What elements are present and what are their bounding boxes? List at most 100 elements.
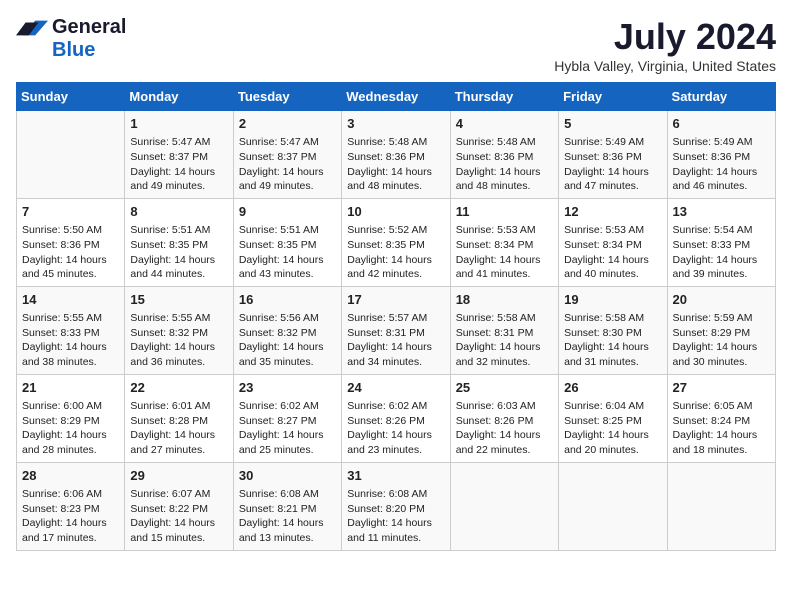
- cell-content: Sunrise: 5:48 AM Sunset: 8:36 PM Dayligh…: [456, 135, 553, 194]
- logo: General Blue: [16, 16, 126, 62]
- day-number: 5: [564, 115, 661, 133]
- calendar-cell: 7Sunrise: 5:50 AM Sunset: 8:36 PM Daylig…: [17, 198, 125, 286]
- cell-content: Sunrise: 5:53 AM Sunset: 8:34 PM Dayligh…: [564, 223, 661, 282]
- calendar-cell: 24 Sunrise: 6:02 AM Sunset: 8:26 PM Dayli…: [342, 374, 450, 462]
- cell-content: Sunrise: 5:49 AM Sunset: 8:36 PM Dayligh…: [564, 135, 661, 194]
- cell-content: Sunrise: 6:08 AM Sunset: 8:21 PM Dayligh…: [239, 487, 336, 546]
- cell-content: Sunrise: 5:58 AM Sunset: 8:31 PM Dayligh…: [456, 311, 553, 370]
- cell-content: Sunrise: 6:07 AM Sunset: 8:22 PM Dayligh…: [130, 487, 227, 546]
- day-number: 22: [130, 379, 227, 397]
- day-number: 31: [347, 467, 444, 485]
- cell-content: Sunrise: 6:04 AM Sunset: 8:25 PM Dayligh…: [564, 399, 661, 458]
- day-number: 20: [673, 291, 770, 309]
- day-number: 29: [130, 467, 227, 485]
- calendar-cell: 13 Sunrise: 5:54 AM Sunset: 8:33 PM Dayli…: [667, 198, 775, 286]
- cell-content: Sunrise: 6:02 AM Sunset: 8:27 PM Dayligh…: [239, 399, 336, 458]
- day-number: 6: [673, 115, 770, 133]
- day-number: 15: [130, 291, 227, 309]
- cell-content: Sunrise: 5:55 AM Sunset: 8:32 PM Dayligh…: [130, 311, 227, 370]
- calendar-cell: 27 Sunrise: 6:05 AM Sunset: 8:24 PM Dayli…: [667, 374, 775, 462]
- cell-content: Sunrise: 6:03 AM Sunset: 8:26 PM Dayligh…: [456, 399, 553, 458]
- day-number: 25: [456, 379, 553, 397]
- calendar-cell: 18 Sunrise: 5:58 AM Sunset: 8:31 PM Dayli…: [450, 286, 558, 374]
- calendar-cell: [450, 462, 558, 550]
- day-number: 3: [347, 115, 444, 133]
- day-number: 17: [347, 291, 444, 309]
- cell-content: Sunrise: 5:55 AM Sunset: 8:33 PM Dayligh…: [22, 311, 119, 370]
- cell-content: Sunrise: 5:49 AM Sunset: 8:36 PM Dayligh…: [673, 135, 770, 194]
- day-number: 11: [456, 203, 553, 221]
- calendar-cell: 12 Sunrise: 5:53 AM Sunset: 8:34 PM Dayli…: [559, 198, 667, 286]
- cell-content: Sunrise: 5:58 AM Sunset: 8:30 PM Dayligh…: [564, 311, 661, 370]
- calendar-cell: 21Sunrise: 6:00 AM Sunset: 8:29 PM Dayli…: [17, 374, 125, 462]
- day-number: 13: [673, 203, 770, 221]
- logo-icon: [16, 17, 48, 37]
- calendar-cell: [559, 462, 667, 550]
- cell-content: Sunrise: 6:00 AM Sunset: 8:29 PM Dayligh…: [22, 399, 119, 458]
- logo-blue: Blue: [52, 39, 95, 62]
- day-number: 18: [456, 291, 553, 309]
- week-row-5: 28Sunrise: 6:06 AM Sunset: 8:23 PM Dayli…: [17, 462, 776, 550]
- day-number: 4: [456, 115, 553, 133]
- calendar-cell: [667, 462, 775, 550]
- cell-content: Sunrise: 5:47 AM Sunset: 8:37 PM Dayligh…: [239, 135, 336, 194]
- subtitle: Hybla Valley, Virginia, United States: [554, 58, 776, 74]
- day-number: 23: [239, 379, 336, 397]
- header-row: SundayMondayTuesdayWednesdayThursdayFrid…: [17, 83, 776, 111]
- cell-content: Sunrise: 6:05 AM Sunset: 8:24 PM Dayligh…: [673, 399, 770, 458]
- day-number: 19: [564, 291, 661, 309]
- day-number: 16: [239, 291, 336, 309]
- calendar-cell: 1 Sunrise: 5:47 AM Sunset: 8:37 PM Daylig…: [125, 111, 233, 199]
- calendar-cell: 30 Sunrise: 6:08 AM Sunset: 8:21 PM Dayli…: [233, 462, 341, 550]
- header-day-sunday: Sunday: [17, 83, 125, 111]
- calendar-cell: 5 Sunrise: 5:49 AM Sunset: 8:36 PM Daylig…: [559, 111, 667, 199]
- day-number: 10: [347, 203, 444, 221]
- calendar-cell: 3 Sunrise: 5:48 AM Sunset: 8:36 PM Daylig…: [342, 111, 450, 199]
- cell-content: Sunrise: 6:06 AM Sunset: 8:23 PM Dayligh…: [22, 487, 119, 546]
- calendar-cell: 26Sunrise: 6:04 AM Sunset: 8:25 PM Dayli…: [559, 374, 667, 462]
- calendar-cell: 15 Sunrise: 5:55 AM Sunset: 8:32 PM Dayli…: [125, 286, 233, 374]
- calendar-cell: 28Sunrise: 6:06 AM Sunset: 8:23 PM Dayli…: [17, 462, 125, 550]
- week-row-1: 1 Sunrise: 5:47 AM Sunset: 8:37 PM Daylig…: [17, 111, 776, 199]
- cell-content: Sunrise: 6:01 AM Sunset: 8:28 PM Dayligh…: [130, 399, 227, 458]
- day-number: 2: [239, 115, 336, 133]
- calendar-cell: 8 Sunrise: 5:51 AM Sunset: 8:35 PM Daylig…: [125, 198, 233, 286]
- cell-content: Sunrise: 5:48 AM Sunset: 8:36 PM Dayligh…: [347, 135, 444, 194]
- calendar-cell: 11 Sunrise: 5:53 AM Sunset: 8:34 PM Dayli…: [450, 198, 558, 286]
- header-day-monday: Monday: [125, 83, 233, 111]
- cell-content: Sunrise: 5:53 AM Sunset: 8:34 PM Dayligh…: [456, 223, 553, 282]
- calendar-cell: 31 Sunrise: 6:08 AM Sunset: 8:20 PM Dayli…: [342, 462, 450, 550]
- cell-content: Sunrise: 6:08 AM Sunset: 8:20 PM Dayligh…: [347, 487, 444, 546]
- calendar-cell: 9Sunrise: 5:51 AM Sunset: 8:35 PM Daylig…: [233, 198, 341, 286]
- calendar-cell: 10Sunrise: 5:52 AM Sunset: 8:35 PM Dayli…: [342, 198, 450, 286]
- cell-content: Sunrise: 5:47 AM Sunset: 8:37 PM Dayligh…: [130, 135, 227, 194]
- calendar-cell: 19 Sunrise: 5:58 AM Sunset: 8:30 PM Dayli…: [559, 286, 667, 374]
- day-number: 9: [239, 203, 336, 221]
- day-number: 1: [130, 115, 227, 133]
- header-day-thursday: Thursday: [450, 83, 558, 111]
- day-number: 12: [564, 203, 661, 221]
- day-number: 8: [130, 203, 227, 221]
- calendar-cell: 25 Sunrise: 6:03 AM Sunset: 8:26 PM Dayli…: [450, 374, 558, 462]
- calendar-cell: 16Sunrise: 5:56 AM Sunset: 8:32 PM Dayli…: [233, 286, 341, 374]
- calendar-cell: 2 Sunrise: 5:47 AM Sunset: 8:37 PM Daylig…: [233, 111, 341, 199]
- week-row-2: 7Sunrise: 5:50 AM Sunset: 8:36 PM Daylig…: [17, 198, 776, 286]
- cell-content: Sunrise: 5:54 AM Sunset: 8:33 PM Dayligh…: [673, 223, 770, 282]
- cell-content: Sunrise: 5:59 AM Sunset: 8:29 PM Dayligh…: [673, 311, 770, 370]
- day-number: 30: [239, 467, 336, 485]
- cell-content: Sunrise: 5:51 AM Sunset: 8:35 PM Dayligh…: [130, 223, 227, 282]
- calendar-cell: 6 Sunrise: 5:49 AM Sunset: 8:36 PM Daylig…: [667, 111, 775, 199]
- day-number: 24: [347, 379, 444, 397]
- calendar-cell: [17, 111, 125, 199]
- calendar-cell: 14 Sunrise: 5:55 AM Sunset: 8:33 PM Dayli…: [17, 286, 125, 374]
- main-title: July 2024: [554, 16, 776, 58]
- day-number: 27: [673, 379, 770, 397]
- calendar-cell: 20 Sunrise: 5:59 AM Sunset: 8:29 PM Dayli…: [667, 286, 775, 374]
- logo-general: General: [52, 16, 126, 39]
- header-day-friday: Friday: [559, 83, 667, 111]
- calendar-cell: 17Sunrise: 5:57 AM Sunset: 8:31 PM Dayli…: [342, 286, 450, 374]
- day-number: 14: [22, 291, 119, 309]
- cell-content: Sunrise: 6:02 AM Sunset: 8:26 PM Dayligh…: [347, 399, 444, 458]
- week-row-3: 14 Sunrise: 5:55 AM Sunset: 8:33 PM Dayli…: [17, 286, 776, 374]
- header-day-wednesday: Wednesday: [342, 83, 450, 111]
